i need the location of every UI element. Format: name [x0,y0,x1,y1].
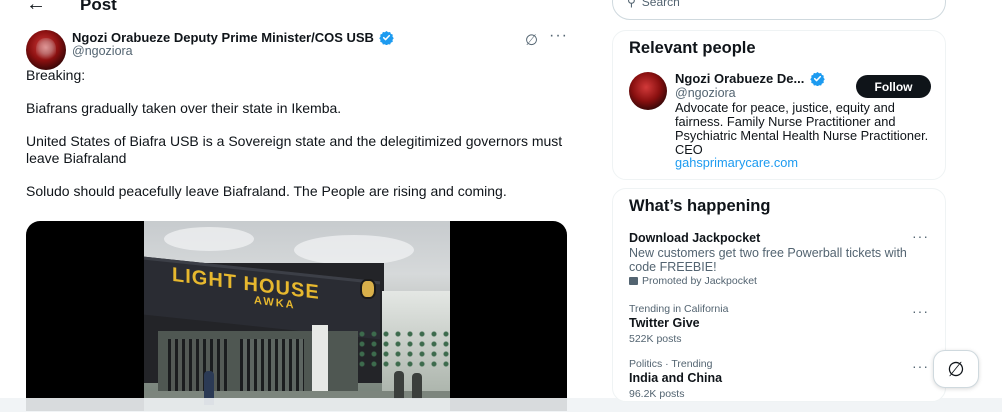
emblem-icon [360,279,376,299]
trend-context: Politics · Trending [629,358,713,370]
search-icon: ⚲ [627,0,636,9]
whats-happening-title: What’s happening [629,197,771,215]
trend-title: Twitter Give [629,316,700,330]
grok-icon[interactable]: ∅ [525,31,538,49]
wall-pattern [344,329,450,369]
trend-description: New customers get two free Powerball tic… [629,246,907,274]
trend-post-count: 96.2K posts [629,388,685,400]
post-paragraph: United States of Biafra USB is a Soverei… [26,133,563,166]
trend-item-promoted[interactable]: Download Jackpocket New customers get tw… [629,231,933,288]
verified-badge-icon [810,71,826,86]
trend-title: Download Jackpocket [629,231,761,245]
person [394,371,404,399]
author-row: Ngozi Orabueze Deputy Prime Minister/COS… [72,30,394,45]
post-text: Breaking: Biafrans gradually taken over … [26,67,566,216]
follow-button[interactable]: Follow [856,75,931,98]
relevant-person-avatar[interactable] [629,72,667,110]
grok-icon: ∅ [947,358,965,381]
relevant-person-bio: Advocate for peace, justice, equity and … [675,100,929,157]
relevant-person-link[interactable]: gahsprimarycare.com [675,155,798,170]
author-name[interactable]: Ngozi Orabueze Deputy Prime Minister/COS… [72,30,374,45]
trend-item[interactable]: Trending in California Twitter Give 522K… [629,303,933,346]
trend-more-icon[interactable]: ··· [912,303,929,319]
pillar [312,325,328,401]
author-avatar[interactable] [26,30,66,70]
post-paragraph: Soludo should peacefully leave Biafralan… [26,183,507,199]
verified-badge-icon [379,30,394,45]
person [412,373,422,399]
trend-context: Trending in California [629,303,729,315]
trend-post-count: 522K posts [629,333,682,345]
trend-title: India and China [629,371,723,385]
back-arrow-icon[interactable]: ← [26,0,46,14]
whats-happening-card: What’s happening Download Jackpocket New… [612,188,946,402]
search-input[interactable] [641,0,902,9]
relevant-person-name[interactable]: Ngozi Orabueze De... [675,71,804,86]
relevant-person-handle[interactable]: @ngoziora [675,86,736,100]
trend-more-icon[interactable]: ··· [912,228,929,244]
post-video[interactable]: LIGHT HOUSE AWKA [26,221,567,411]
post-paragraph: Breaking: [26,67,86,83]
search-box[interactable]: ⚲ [612,0,946,20]
post-paragraph: Biafrans gradually taken over their stat… [26,100,342,116]
promoted-text: Promoted by Jackpocket [642,275,757,287]
promoted-label: Promoted by Jackpocket [629,274,933,288]
relevant-person-name-row: Ngozi Orabueze De... [675,71,826,86]
page-title: Post [80,0,117,14]
trend-more-icon[interactable]: ··· [912,358,929,374]
relevant-people-card: Relevant people Ngozi Orabueze De... @ng… [612,30,946,180]
relevant-people-title: Relevant people [629,39,756,57]
author-handle[interactable]: @ngoziora [72,44,133,58]
video-frame: LIGHT HOUSE AWKA [144,221,450,411]
more-options-icon[interactable]: ··· [549,27,568,45]
trend-item[interactable]: Politics · Trending India and China 96.2… [629,358,933,401]
grok-floating-button[interactable]: ∅ [933,350,979,388]
promoted-icon [629,277,638,285]
